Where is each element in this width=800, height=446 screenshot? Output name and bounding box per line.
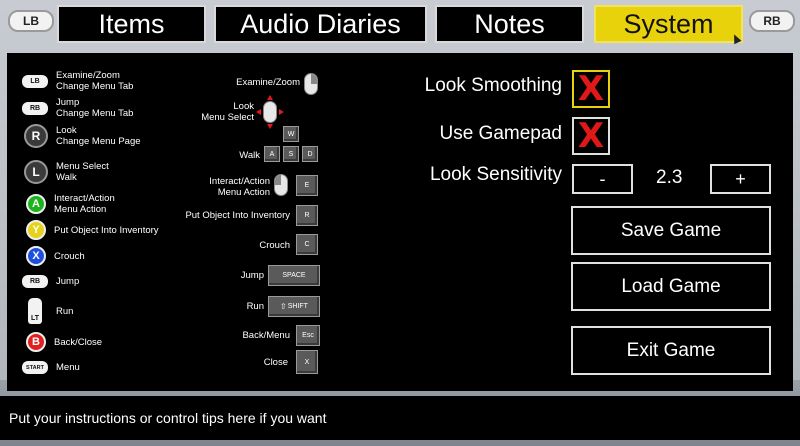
legend-text: Look Change Menu Page bbox=[56, 125, 141, 147]
sensitivity-increase-button[interactable]: + bbox=[710, 164, 771, 194]
inventory-label: Put Object Into Inventory bbox=[185, 210, 290, 221]
legend-row: L Menu Select Walk bbox=[24, 160, 109, 184]
exit-game-button[interactable]: Exit Game bbox=[571, 326, 771, 375]
sensitivity-value: 2.3 bbox=[656, 167, 683, 188]
lt-trigger-icon: LT bbox=[28, 298, 42, 324]
back-label: Back/Menu bbox=[242, 330, 290, 341]
shift-arrow-icon: ⇧ bbox=[280, 302, 287, 311]
legend-text: Examine/Zoom Change Menu Tab bbox=[56, 70, 134, 92]
legend-text: Jump Change Menu Tab bbox=[56, 97, 134, 119]
legend-row: Y Put Object Into Inventory bbox=[26, 220, 159, 240]
use-gamepad-label: Use Gamepad bbox=[439, 123, 562, 144]
legend-text: Put Object Into Inventory bbox=[54, 224, 159, 236]
mouse-right-click-icon bbox=[304, 73, 318, 95]
sensitivity-decrease-button[interactable]: - bbox=[572, 164, 633, 194]
look-smoothing-checkbox[interactable]: X bbox=[572, 70, 610, 108]
interact-label: Interact/Action Menu Action bbox=[209, 176, 270, 198]
legend-text: Crouch bbox=[54, 250, 85, 262]
run-label: Run bbox=[246, 301, 264, 312]
key-w: W bbox=[283, 126, 299, 142]
walk-label: Walk bbox=[239, 150, 260, 161]
tab-items[interactable]: Items bbox=[57, 5, 206, 43]
look-smoothing-label: Look Smoothing bbox=[424, 75, 562, 96]
mouse-left-click-icon bbox=[274, 174, 288, 196]
examine-zoom-label: Examine/Zoom bbox=[236, 77, 300, 88]
legend-row: B Back/Close bbox=[26, 332, 102, 352]
x-button-icon: X bbox=[26, 246, 46, 266]
legend-row: R Look Change Menu Page bbox=[24, 124, 141, 148]
tab-bar: LB Items Audio Diaries Notes System RB bbox=[0, 0, 800, 46]
legend-row: START Menu bbox=[22, 361, 80, 374]
left-bumper-hint[interactable]: LB bbox=[8, 10, 54, 32]
legend-row: A Interact/Action Menu Action bbox=[26, 193, 115, 215]
left-stick-icon: L bbox=[24, 160, 48, 184]
b-button-icon: B bbox=[26, 332, 46, 352]
legend-row: LT Run bbox=[22, 298, 73, 324]
tab-notes[interactable]: Notes bbox=[435, 5, 584, 43]
look-sensitivity-label: Look Sensitivity bbox=[429, 164, 562, 185]
legend-text: Jump bbox=[56, 276, 80, 287]
rb-button-icon: RB bbox=[22, 275, 48, 288]
right-stick-icon: R bbox=[24, 124, 48, 148]
legend-row: LB Examine/Zoom Change Menu Tab bbox=[22, 70, 133, 92]
key-s: S bbox=[283, 146, 299, 162]
legend-row: RB Jump Change Menu Tab bbox=[22, 97, 133, 119]
legend-text: Back/Close bbox=[54, 336, 103, 348]
legend-text: Run bbox=[56, 305, 74, 317]
y-button-icon: Y bbox=[26, 220, 46, 240]
key-x: X bbox=[296, 350, 318, 374]
legend-text: Interact/Action Menu Action bbox=[54, 193, 115, 215]
key-r: R bbox=[296, 205, 318, 226]
footer-tip-text: Put your instructions or control tips he… bbox=[9, 410, 327, 426]
load-game-button[interactable]: Load Game bbox=[571, 262, 771, 311]
key-e: E bbox=[296, 175, 318, 196]
check-x-icon: X bbox=[577, 116, 605, 156]
key-esc: Esc bbox=[296, 325, 320, 346]
look-label: Look Menu Select bbox=[201, 101, 254, 123]
right-bumper-hint[interactable]: RB bbox=[749, 10, 795, 32]
key-d: D bbox=[302, 146, 318, 162]
legend-row: X Crouch bbox=[26, 246, 85, 266]
tab-system[interactable]: System bbox=[594, 5, 743, 43]
a-button-icon: A bbox=[26, 194, 46, 214]
key-shift: ⇧ SHIFT bbox=[268, 296, 320, 317]
rb-button-icon: RB bbox=[22, 101, 48, 115]
start-button-icon: START bbox=[22, 361, 48, 374]
use-gamepad-checkbox[interactable]: X bbox=[572, 117, 610, 155]
legend-text: Menu bbox=[56, 362, 80, 373]
legend-text: Menu Select Walk bbox=[56, 161, 109, 183]
check-x-icon: X bbox=[577, 69, 605, 109]
jump-label: Jump bbox=[240, 270, 264, 281]
key-space: SPACE bbox=[268, 265, 320, 286]
legend-row: RB Jump bbox=[22, 275, 79, 288]
tab-audio-diaries[interactable]: Audio Diaries bbox=[214, 5, 427, 43]
mouse-move-icon bbox=[256, 95, 284, 129]
close-label: Close bbox=[263, 357, 288, 368]
key-c: C bbox=[296, 234, 318, 255]
key-a: A bbox=[264, 146, 280, 162]
crouch-label: Crouch bbox=[259, 240, 290, 251]
lb-button-icon: LB bbox=[22, 74, 48, 88]
save-game-button[interactable]: Save Game bbox=[571, 206, 771, 255]
